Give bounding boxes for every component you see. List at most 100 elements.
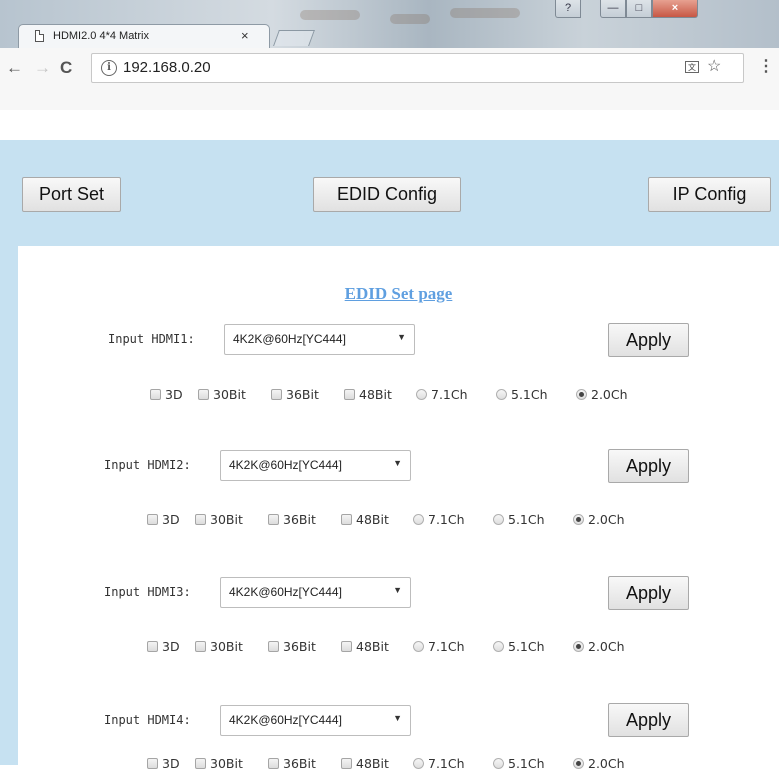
- option-3d[interactable]: 3D: [147, 756, 180, 772]
- tab-close-icon[interactable]: ×: [241, 28, 249, 44]
- option-7-1ch[interactable]: 7.1Ch: [413, 512, 465, 528]
- radio-2-0ch[interactable]: [573, 514, 584, 525]
- option-36bit[interactable]: 36Bit: [271, 387, 319, 403]
- option-2-0ch[interactable]: 2.0Ch: [573, 639, 625, 655]
- hdmi4-apply-button[interactable]: Apply: [608, 703, 689, 737]
- forward-icon[interactable]: →: [34, 58, 51, 78]
- dropdown-arrow-icon: ▼: [393, 458, 402, 468]
- background-blur: [390, 14, 430, 24]
- option-label: 2.0Ch: [588, 756, 625, 771]
- checkbox-36bit[interactable]: [271, 389, 282, 400]
- option-label: 36Bit: [283, 639, 316, 654]
- radio-7-1ch[interactable]: [413, 514, 424, 525]
- option-5-1ch[interactable]: 5.1Ch: [496, 387, 548, 403]
- option-7-1ch[interactable]: 7.1Ch: [413, 639, 465, 655]
- option-3d[interactable]: 3D: [147, 639, 180, 655]
- reload-icon[interactable]: C: [60, 58, 72, 78]
- option-label: 48Bit: [356, 756, 389, 771]
- new-tab-button[interactable]: [273, 30, 315, 46]
- hdmi1-apply-button[interactable]: Apply: [608, 323, 689, 357]
- url-text[interactable]: 192.168.0.20: [123, 59, 211, 77]
- option-label: 7.1Ch: [428, 639, 465, 654]
- option-48bit[interactable]: 48Bit: [341, 512, 389, 528]
- option-label: 7.1Ch: [428, 756, 465, 771]
- option-2-0ch[interactable]: 2.0Ch: [576, 387, 628, 403]
- ip-config-button[interactable]: IP Config: [648, 177, 771, 212]
- option-36bit[interactable]: 36Bit: [268, 512, 316, 528]
- option-5-1ch[interactable]: 5.1Ch: [493, 512, 545, 528]
- help-button[interactable]: ?: [555, 0, 581, 18]
- radio-7-1ch[interactable]: [416, 389, 427, 400]
- info-icon[interactable]: i: [101, 60, 117, 76]
- browser-tab[interactable]: HDMI2.0 4*4 Matrix ×: [18, 24, 270, 48]
- page-title[interactable]: EDID Set page: [18, 284, 779, 304]
- hdmi4-edid-select[interactable]: 4K2K@60Hz[YC444] ▼: [220, 705, 411, 736]
- checkbox-3d[interactable]: [147, 514, 158, 525]
- option-30bit[interactable]: 30Bit: [195, 756, 243, 772]
- radio-5-1ch[interactable]: [493, 641, 504, 652]
- option-label: 3D: [162, 639, 180, 654]
- option-label: 2.0Ch: [588, 512, 625, 527]
- hdmi3-edid-select[interactable]: 4K2K@60Hz[YC444] ▼: [220, 577, 411, 608]
- option-48bit[interactable]: 48Bit: [341, 756, 389, 772]
- checkbox-48bit[interactable]: [344, 389, 355, 400]
- checkbox-3d[interactable]: [150, 389, 161, 400]
- maximize-button[interactable]: □: [626, 0, 652, 18]
- checkbox-48bit[interactable]: [341, 514, 352, 525]
- option-7-1ch[interactable]: 7.1Ch: [416, 387, 468, 403]
- option-label: 3D: [162, 512, 180, 527]
- radio-2-0ch[interactable]: [576, 389, 587, 400]
- translate-icon[interactable]: 文: [685, 61, 699, 73]
- back-icon[interactable]: ←: [6, 58, 23, 78]
- option-2-0ch[interactable]: 2.0Ch: [573, 756, 625, 772]
- option-7-1ch[interactable]: 7.1Ch: [413, 756, 465, 772]
- option-3d[interactable]: 3D: [150, 387, 183, 403]
- checkbox-48bit[interactable]: [341, 758, 352, 769]
- radio-2-0ch[interactable]: [573, 758, 584, 769]
- option-36bit[interactable]: 36Bit: [268, 756, 316, 772]
- radio-5-1ch[interactable]: [496, 389, 507, 400]
- hdmi2-edid-select[interactable]: 4K2K@60Hz[YC444] ▼: [220, 450, 411, 481]
- close-window-button[interactable]: ×: [652, 0, 698, 18]
- option-label: 30Bit: [213, 387, 246, 402]
- option-5-1ch[interactable]: 5.1Ch: [493, 756, 545, 772]
- checkbox-48bit[interactable]: [341, 641, 352, 652]
- radio-5-1ch[interactable]: [493, 514, 504, 525]
- hdmi3-apply-button[interactable]: Apply: [608, 576, 689, 610]
- option-label: 5.1Ch: [508, 756, 545, 771]
- edid-config-button[interactable]: EDID Config: [313, 177, 461, 212]
- checkbox-30bit[interactable]: [195, 758, 206, 769]
- radio-7-1ch[interactable]: [413, 641, 424, 652]
- option-2-0ch[interactable]: 2.0Ch: [573, 512, 625, 528]
- radio-5-1ch[interactable]: [493, 758, 504, 769]
- option-label: 36Bit: [283, 756, 316, 771]
- checkbox-36bit[interactable]: [268, 514, 279, 525]
- option-48bit[interactable]: 48Bit: [344, 387, 392, 403]
- option-3d[interactable]: 3D: [147, 512, 180, 528]
- radio-7-1ch[interactable]: [413, 758, 424, 769]
- hdmi3-edid-value: 4K2K@60Hz[YC444]: [229, 585, 342, 599]
- checkbox-30bit[interactable]: [195, 514, 206, 525]
- option-48bit[interactable]: 48Bit: [341, 639, 389, 655]
- option-36bit[interactable]: 36Bit: [268, 639, 316, 655]
- browser-menu-icon[interactable]: ⋮: [758, 58, 774, 76]
- checkbox-30bit[interactable]: [198, 389, 209, 400]
- checkbox-36bit[interactable]: [268, 758, 279, 769]
- window-titlebar: HDMI2.0 4*4 Matrix × ? — □ ×: [0, 0, 779, 48]
- option-5-1ch[interactable]: 5.1Ch: [493, 639, 545, 655]
- option-30bit[interactable]: 30Bit: [198, 387, 246, 403]
- checkbox-3d[interactable]: [147, 641, 158, 652]
- minimize-button[interactable]: —: [600, 0, 626, 18]
- hdmi2-apply-button[interactable]: Apply: [608, 449, 689, 483]
- address-bar[interactable]: i 192.168.0.20 文 ☆: [91, 53, 744, 83]
- checkbox-3d[interactable]: [147, 758, 158, 769]
- hdmi1-edid-select[interactable]: 4K2K@60Hz[YC444] ▼: [224, 324, 415, 355]
- option-label: 7.1Ch: [431, 387, 468, 402]
- option-30bit[interactable]: 30Bit: [195, 512, 243, 528]
- option-30bit[interactable]: 30Bit: [195, 639, 243, 655]
- checkbox-36bit[interactable]: [268, 641, 279, 652]
- port-set-button[interactable]: Port Set: [22, 177, 121, 212]
- bookmark-star-icon[interactable]: ☆: [707, 58, 721, 76]
- checkbox-30bit[interactable]: [195, 641, 206, 652]
- radio-2-0ch[interactable]: [573, 641, 584, 652]
